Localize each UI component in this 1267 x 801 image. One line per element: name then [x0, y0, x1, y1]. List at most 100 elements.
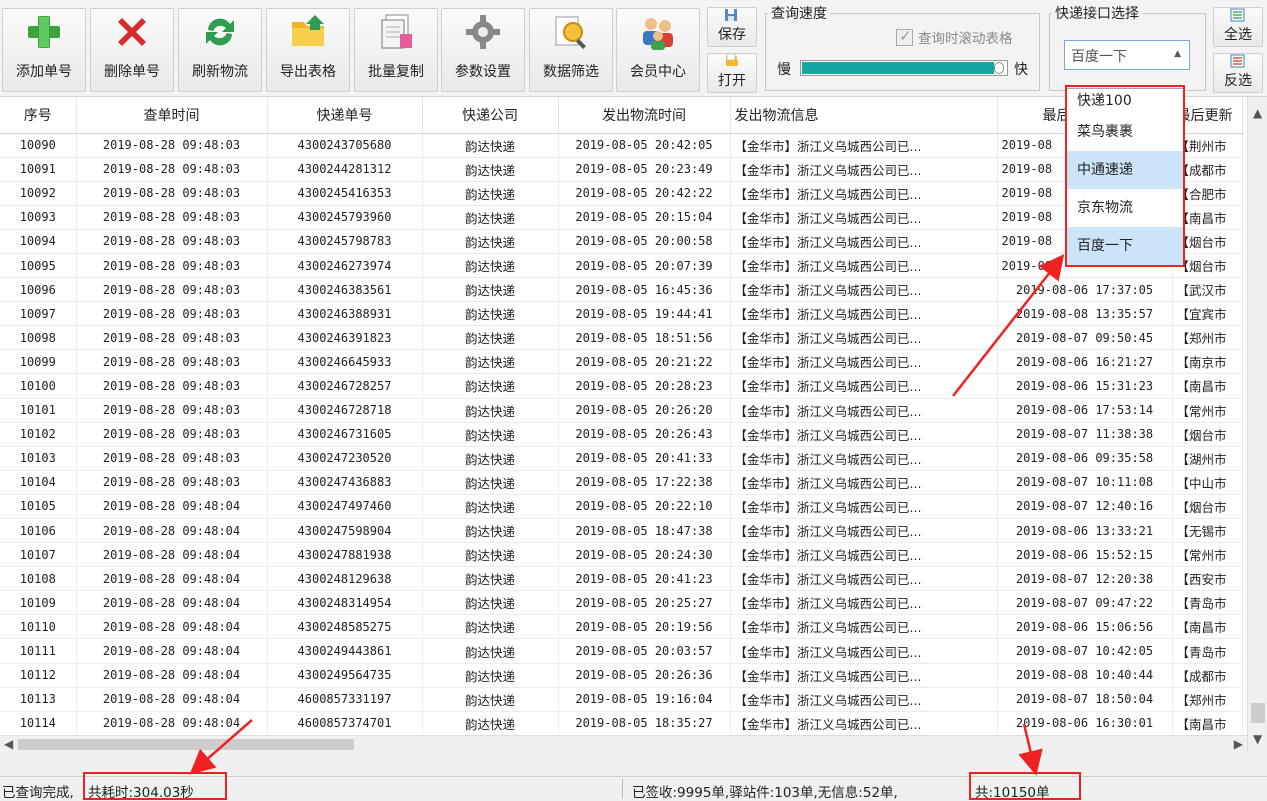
table-row[interactable]: 10097 2019-08-28 09:48:03 4300246388931 韵达快…	[0, 301, 1243, 327]
table-cell: 2019-08-07 10:42:05	[997, 638, 1173, 664]
table-row[interactable]: 10103 2019-08-28 09:48:03 4300247230520 韵达快…	[0, 446, 1243, 471]
table-cell: 2019-08-28 09:48:04	[76, 663, 268, 688]
column-header[interactable]: 发出物流时间	[558, 97, 731, 134]
scroll-table-checkbox[interactable]: ✓ 查询时滚动表格	[896, 27, 1013, 47]
table-cell: 10095	[0, 253, 77, 279]
speed-slider-thumb[interactable]	[994, 62, 1004, 74]
table-row[interactable]: 10092 2019-08-28 09:48:03 4300245416353 韵达快…	[0, 181, 1243, 206]
table-row[interactable]: 10112 2019-08-28 09:48:04 4300249564735 韵达快…	[0, 663, 1243, 688]
toolbar-button-4[interactable]: 导出表格	[266, 8, 350, 92]
table-row[interactable]: 10113 2019-08-28 09:48:04 4600857331197 韵达快…	[0, 687, 1243, 712]
table-row[interactable]: 10114 2019-08-28 09:48:04 4600857374701 韵达快…	[0, 711, 1243, 736]
table-row[interactable]: 10109 2019-08-28 09:48:04 4300248314954 韵达快…	[0, 590, 1243, 616]
table-cell: 4300248585275	[267, 614, 423, 640]
api-select-title: 快递接口选择	[1055, 6, 1139, 22]
table-cell: 2019-08-05 18:35:27	[558, 711, 731, 736]
table-cell: 4300245798783	[267, 229, 423, 254]
table-row[interactable]: 10104 2019-08-28 09:48:03 4300247436883 韵达快…	[0, 470, 1243, 495]
table-cell: 韵达快递	[422, 253, 559, 279]
table-row[interactable]: 10110 2019-08-28 09:48:04 4300248585275 韵达快…	[0, 614, 1243, 640]
table-row[interactable]: 10093 2019-08-28 09:48:03 4300245793960 韵达快…	[0, 205, 1243, 230]
table-cell: 2019-08-07 12:40:16	[997, 494, 1173, 520]
table-cell: 2019-08-05 20:26:20	[558, 398, 731, 423]
table-cell: 2019-08-07 09:50:45	[997, 325, 1173, 351]
table-cell: 4300246728718	[267, 398, 423, 423]
table-row[interactable]: 10100 2019-08-28 09:48:03 4300246728257 韵达快…	[0, 373, 1243, 399]
open-button[interactable]: 打开	[707, 53, 757, 93]
table-cell: 2019-08-28 09:48:03	[76, 205, 268, 230]
table-cell: 10114	[0, 711, 77, 736]
table-cell: 【南昌市	[1172, 373, 1243, 399]
table-cell: 2019-08-28 09:48:03	[76, 133, 268, 158]
table-row[interactable]: 10099 2019-08-28 09:48:03 4300246645933 韵达快…	[0, 349, 1243, 375]
horizontal-scroll-thumb[interactable]	[18, 739, 354, 750]
table-cell: 【南昌市	[1172, 614, 1243, 640]
table-row[interactable]: 10101 2019-08-28 09:48:03 4300246728718 韵达快…	[0, 398, 1243, 423]
toolbar-button-8[interactable]: 会员中心	[616, 8, 700, 92]
table-cell: 4300246383561	[267, 277, 423, 303]
open-label: 打开	[718, 73, 746, 89]
table-cell: 2019-08-05 20:22:10	[558, 494, 731, 520]
table-cell: 4600857331197	[267, 687, 423, 712]
column-header[interactable]: 快递公司	[422, 97, 559, 134]
toolbar-button-6[interactable]: 参数设置	[441, 8, 525, 92]
table-cell: 2019-08-05 20:41:33	[558, 446, 731, 471]
table-cell: 2019-08-05 20:00:58	[558, 229, 731, 254]
copy-pages-icon	[376, 12, 416, 61]
select-all-button[interactable]: 全选	[1213, 7, 1263, 47]
table-cell: 【金华市】浙江义乌城西公司已...	[730, 277, 998, 303]
table-cell: 2019-08-06 17:37:05	[997, 277, 1173, 303]
table-cell: 【金华市】浙江义乌城西公司已...	[730, 494, 998, 520]
table-row[interactable]: 10106 2019-08-28 09:48:04 4300247598904 韵达快…	[0, 518, 1243, 544]
toolbar-button-7[interactable]: 数据筛选	[529, 8, 613, 92]
speed-slider-fill	[802, 62, 995, 74]
table-cell: 10113	[0, 687, 77, 712]
table-cell: 【金华市】浙江义乌城西公司已...	[730, 470, 998, 495]
column-header[interactable]: 序号	[0, 97, 77, 134]
table-cell: 4600857374701	[267, 711, 423, 736]
table-cell: 2019-08-28 09:48:04	[76, 638, 268, 664]
table-row[interactable]: 10095 2019-08-28 09:48:03 4300246273974 韵达快…	[0, 253, 1243, 279]
toolbar-button-1[interactable]: 添加单号	[2, 8, 86, 92]
table-row[interactable]: 10091 2019-08-28 09:48:03 4300244281312 韵达快…	[0, 157, 1243, 182]
invert-select-button[interactable]: 反选	[1213, 53, 1263, 93]
save-button[interactable]: 保存	[707, 7, 757, 47]
table-row[interactable]: 10094 2019-08-28 09:48:03 4300245798783 韵达快…	[0, 229, 1243, 254]
table-cell: 【常州市	[1172, 398, 1243, 423]
table-row[interactable]: 10102 2019-08-28 09:48:03 4300246731605 韵达快…	[0, 422, 1243, 447]
speed-slider[interactable]	[800, 60, 1008, 76]
table-cell: 10097	[0, 301, 77, 327]
table-cell: 2019-08-05 20:21:22	[558, 349, 731, 375]
table-row[interactable]: 10107 2019-08-28 09:48:04 4300247881938 韵达快…	[0, 542, 1243, 568]
toolbar-button-2[interactable]: 删除单号	[90, 8, 174, 92]
scroll-left-icon[interactable]: ◀	[4, 738, 13, 750]
table-row[interactable]: 10108 2019-08-28 09:48:04 4300248129638 韵达快…	[0, 566, 1243, 592]
toolbar-button-3[interactable]: 刷新物流	[178, 8, 262, 92]
column-header[interactable]: 发出物流信息	[730, 97, 998, 134]
table-row[interactable]: 10098 2019-08-28 09:48:03 4300246391823 韵达快…	[0, 325, 1243, 351]
scroll-right-icon[interactable]: ▶	[1234, 738, 1243, 750]
table-cell: 【烟台市	[1172, 494, 1243, 520]
table-row[interactable]: 10105 2019-08-28 09:48:04 4300247497460 韵达快…	[0, 494, 1243, 520]
toolbar-button-5[interactable]: 批量复制	[354, 8, 438, 92]
column-header[interactable]: 查单时间	[76, 97, 268, 134]
table-row[interactable]: 10096 2019-08-28 09:48:03 4300246383561 韵达快…	[0, 277, 1243, 303]
table-cell: 4300246273974	[267, 253, 423, 279]
scroll-down-icon[interactable]: ▼	[1253, 733, 1262, 745]
table-row[interactable]: 10090 2019-08-28 09:48:03 4300243705680 韵达快…	[0, 133, 1243, 158]
scroll-up-icon[interactable]: ▲	[1253, 107, 1262, 119]
elapsed-highlight-box	[83, 772, 227, 800]
vertical-scrollbar[interactable]: ▲ ▼	[1247, 97, 1267, 752]
vertical-scroll-thumb[interactable]	[1251, 703, 1265, 723]
toolbar-button-label: 批量复制	[368, 64, 424, 80]
table-cell: 韵达快递	[422, 398, 559, 423]
table-cell: 【金华市】浙江义乌城西公司已...	[730, 590, 998, 616]
table-cell: 韵达快递	[422, 566, 559, 592]
table-cell: 2019-08-06 15:52:15	[997, 542, 1173, 568]
horizontal-scrollbar[interactable]: ◀ ▶	[0, 735, 1247, 752]
column-header[interactable]: 快递单号	[267, 97, 423, 134]
table-cell: 4300249564735	[267, 663, 423, 688]
table-row[interactable]: 10111 2019-08-28 09:48:04 4300249443861 韵达快…	[0, 638, 1243, 664]
api-select-combobox[interactable]: 百度一下 ▲	[1064, 40, 1190, 70]
save-label: 保存	[718, 27, 746, 43]
